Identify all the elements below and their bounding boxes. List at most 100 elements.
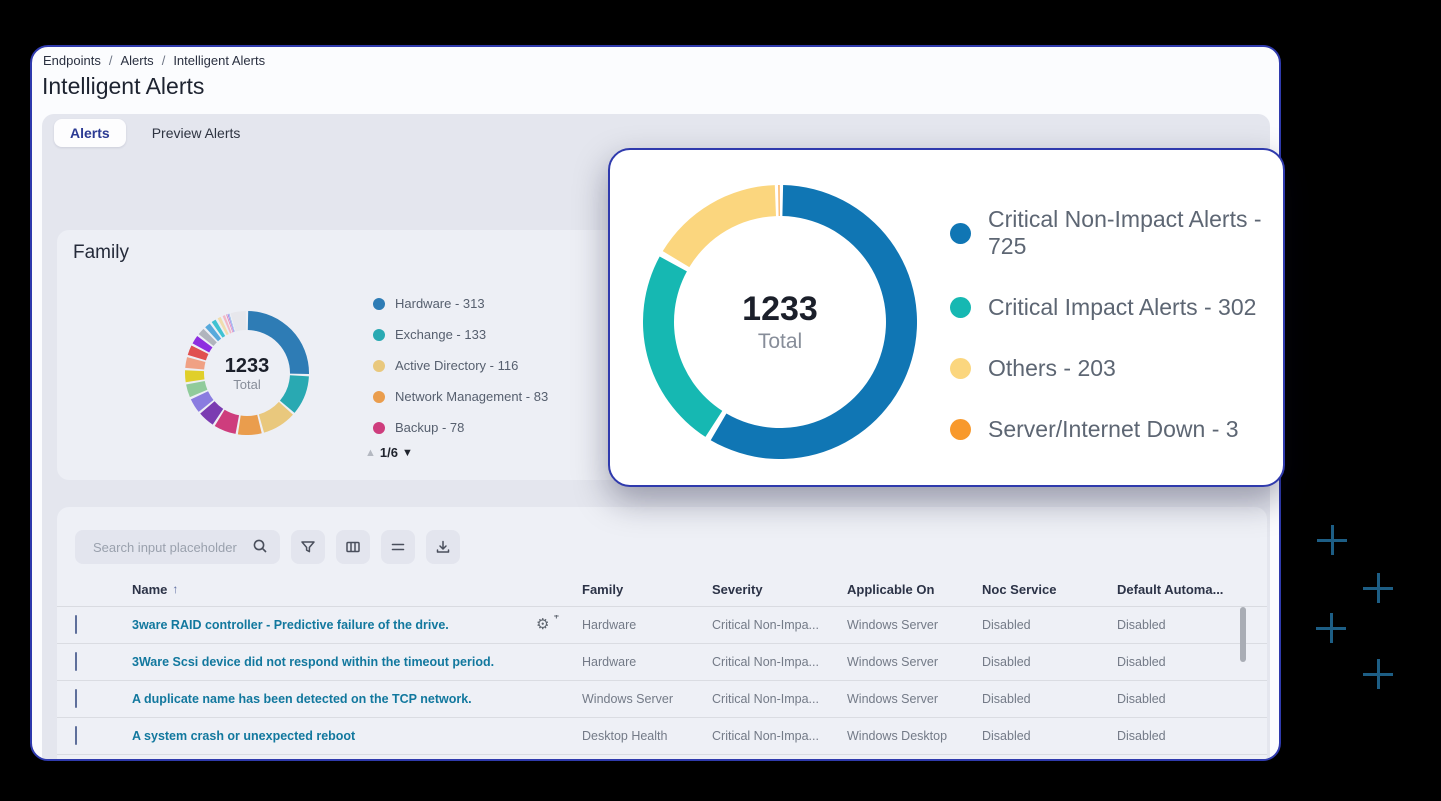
- plus-decoration-icon: [1316, 613, 1346, 643]
- search-input[interactable]: [75, 530, 263, 564]
- legend-dot-icon: [373, 298, 385, 310]
- legend-item: Exchange - 133: [373, 327, 548, 342]
- family-card-title: Family: [73, 242, 129, 264]
- legend-label: Critical Impact Alerts - 302: [988, 294, 1256, 321]
- table-row: 3ware RAID controller - Predictive failu…: [57, 607, 1267, 644]
- breadcrumb-item[interactable]: Intelligent Alerts: [173, 53, 265, 68]
- cell-applicable-on: Windows Server: [847, 655, 982, 669]
- family-donut-svg: [185, 311, 309, 435]
- row-checkbox[interactable]: [75, 726, 77, 745]
- alert-name-link[interactable]: 3ware RAID controller - Predictive failu…: [132, 618, 449, 632]
- plus-decoration-icon: [1363, 573, 1393, 603]
- column-header-severity[interactable]: Severity: [712, 582, 847, 597]
- table-row: 3Ware Scsi device did not respond within…: [57, 644, 1267, 681]
- legend-dot-icon: [373, 329, 385, 341]
- breadcrumb-separator: /: [109, 53, 113, 68]
- cell-severity: Critical Non-Impa...: [712, 729, 847, 743]
- legend-label: Backup - 78: [395, 420, 464, 435]
- cell-severity: Critical Non-Impa...: [712, 618, 847, 632]
- columns-button[interactable]: [336, 530, 370, 564]
- legend-dot-icon: [373, 391, 385, 403]
- legend-dot-icon: [950, 297, 971, 318]
- column-header-noc-service[interactable]: Noc Service: [982, 582, 1117, 597]
- sort-ascending-icon: ↑: [172, 582, 178, 596]
- cell-family: Desktop Health: [582, 729, 712, 743]
- cell-noc-service: Disabled: [982, 729, 1117, 743]
- density-button[interactable]: [381, 530, 415, 564]
- legend-dot-icon: [950, 223, 971, 244]
- legend-pager: ▲ 1/6 ▼: [365, 445, 413, 460]
- pager-up-icon[interactable]: ▲: [365, 447, 376, 459]
- search-icon: [252, 538, 268, 559]
- table-header-row: Name ↑ Family SeverityApplicable OnNoc Serv…: [57, 572, 1267, 607]
- page-title: Intelligent Alerts: [42, 73, 204, 100]
- legend-label: Exchange - 133: [395, 327, 486, 342]
- breadcrumb-item[interactable]: Alerts: [120, 53, 153, 68]
- row-checkbox[interactable]: [75, 615, 77, 634]
- filter-button[interactable]: [291, 530, 325, 564]
- row-checkbox[interactable]: [75, 652, 77, 671]
- legend-item: Backup - 78: [373, 420, 548, 435]
- family-card: Family 1233 Total Hardware - 313Exchange…: [57, 230, 637, 480]
- column-header-label: Family: [582, 582, 623, 597]
- legend-item: Active Directory - 116: [373, 358, 548, 373]
- tab-alerts[interactable]: Alerts: [54, 119, 126, 147]
- download-icon: [435, 539, 451, 555]
- gear-plus-icon[interactable]: ⚙+: [536, 615, 556, 635]
- family-donut-chart[interactable]: 1233 Total: [185, 311, 309, 435]
- table-toolbar: [75, 530, 460, 564]
- alert-name-link[interactable]: 3Ware Scsi device did not respond within…: [132, 655, 494, 669]
- column-header-label: Default Automa...: [1117, 582, 1223, 597]
- tab-preview-alerts[interactable]: Preview Alerts: [136, 119, 257, 147]
- legend-item: Server/Internet Down - 3: [950, 416, 1283, 443]
- alerts-table-card: Name ↑ Family SeverityApplicable OnNoc Serv…: [57, 507, 1267, 761]
- cell-applicable-on: Windows Server: [847, 618, 982, 632]
- tab-bar: Alerts Preview Alerts: [42, 114, 1270, 152]
- cell-applicable-on: Windows Desktop: [847, 729, 982, 743]
- column-header-default-automa[interactable]: Default Automa...: [1117, 582, 1267, 597]
- legend-dot-icon: [373, 360, 385, 372]
- legend-label: Server/Internet Down - 3: [988, 416, 1239, 443]
- row-checkbox[interactable]: [75, 689, 77, 708]
- columns-icon: [345, 539, 361, 555]
- pager-page-number: 1/6: [380, 445, 398, 460]
- stage: Endpoints/Alerts/Intelligent Alerts Inte…: [0, 0, 1441, 801]
- alerts-breakdown-popup: 1233 Total Critical Non-Impact Alerts - …: [608, 148, 1285, 487]
- window-header: Endpoints/Alerts/Intelligent Alerts Inte…: [32, 47, 1279, 114]
- cell-severity: Critical Non-Impa...: [712, 655, 847, 669]
- legend-label: Critical Non-Impact Alerts - 725: [988, 206, 1283, 260]
- alerts-donut-svg: [643, 185, 917, 459]
- column-header-label: Name: [132, 582, 167, 597]
- export-button[interactable]: [426, 530, 460, 564]
- plus-decoration-icon: [1363, 659, 1393, 689]
- cell-noc-service: Disabled: [982, 618, 1117, 632]
- pager-down-icon[interactable]: ▼: [402, 447, 413, 459]
- breadcrumb-item[interactable]: Endpoints: [43, 53, 101, 68]
- cell-default-automation: Disabled: [1117, 692, 1267, 706]
- legend-dot-icon: [950, 419, 971, 440]
- column-header-applicable-on[interactable]: Applicable On: [847, 582, 982, 597]
- cell-noc-service: Disabled: [982, 655, 1117, 669]
- table-body: 3ware RAID controller - Predictive failu…: [57, 607, 1267, 755]
- column-header-family[interactable]: Family: [582, 582, 712, 597]
- alerts-donut-chart[interactable]: 1233 Total: [643, 185, 917, 459]
- column-header-name[interactable]: Name ↑: [132, 582, 582, 597]
- cell-family: Windows Server: [582, 692, 712, 706]
- cell-severity: Critical Non-Impa...: [712, 692, 847, 706]
- alert-name-link[interactable]: A system crash or unexpected reboot: [132, 729, 355, 743]
- alert-name-link[interactable]: A duplicate name has been detected on th…: [132, 692, 472, 706]
- table-scrollbar-thumb[interactable]: [1240, 607, 1246, 662]
- legend-item: Others - 203: [950, 355, 1283, 382]
- cell-default-automation: Disabled: [1117, 729, 1267, 743]
- table-row: A duplicate name has been detected on th…: [57, 681, 1267, 718]
- cell-noc-service: Disabled: [982, 692, 1117, 706]
- legend-item: Network Management - 83: [373, 389, 548, 404]
- plus-decoration-icon: [1317, 525, 1347, 555]
- column-header-label: Noc Service: [982, 582, 1056, 597]
- legend-dot-icon: [373, 422, 385, 434]
- legend-item: Critical Non-Impact Alerts - 725: [950, 206, 1283, 260]
- row-density-icon: [390, 539, 406, 555]
- cell-family: Hardware: [582, 655, 712, 669]
- legend-dot-icon: [950, 358, 971, 379]
- cell-applicable-on: Windows Server: [847, 692, 982, 706]
